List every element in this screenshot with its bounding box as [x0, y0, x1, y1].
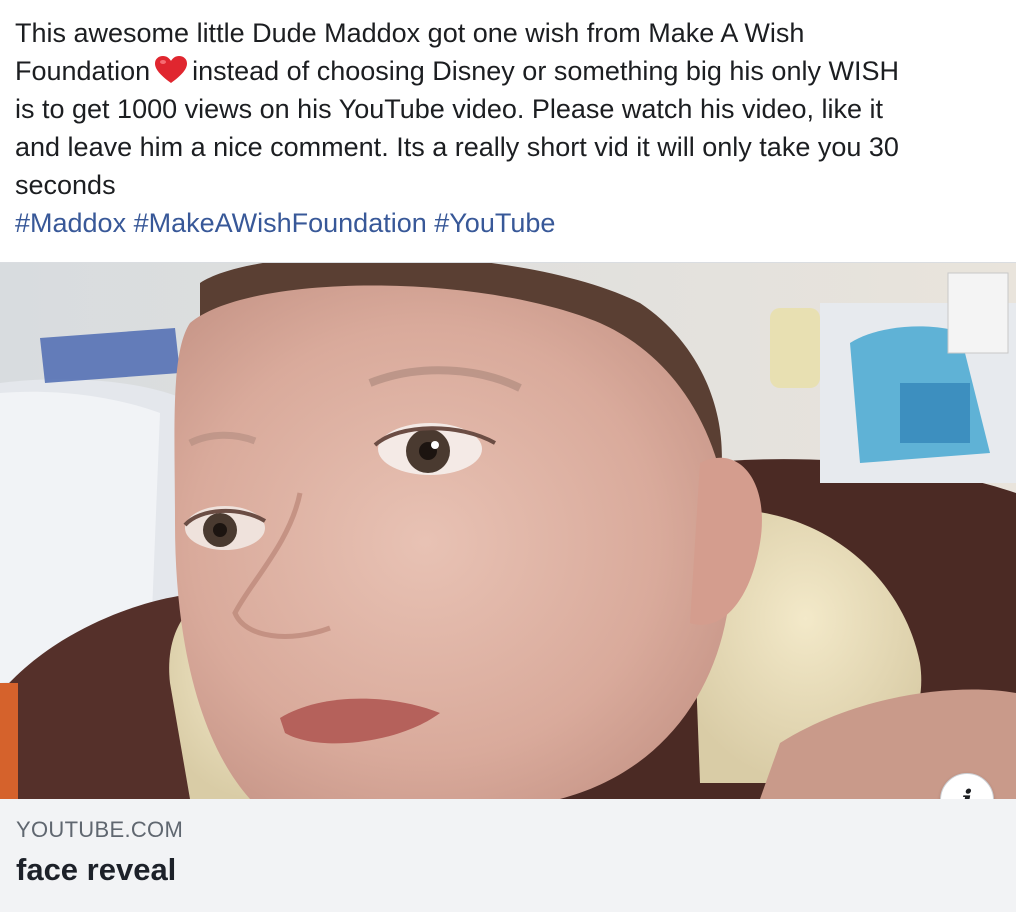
link-title[interactable]: face reveal — [16, 852, 176, 888]
post-text-line-1: This awesome little Dude Maddox got one … — [15, 18, 805, 48]
facebook-post: This awesome little Dude Maddox got one … — [0, 0, 1016, 912]
video-thumbnail[interactable] — [0, 263, 1016, 799]
red-heart-icon — [155, 55, 188, 83]
post-text-line-2-prefix: Foundation — [15, 56, 151, 86]
youtube-link-preview[interactable]: i YOUTUBE.COM face reveal — [0, 262, 1016, 912]
thumbnail-photo — [0, 263, 1016, 799]
link-caption[interactable]: YOUTUBE.COM face reveal — [0, 799, 1016, 912]
link-domain: YOUTUBE.COM — [16, 817, 184, 842]
hashtag-list: #Maddox #MakeAWishFoundation #YouTube — [15, 204, 1005, 242]
post-message: This awesome little Dude Maddox got one … — [15, 14, 1005, 242]
hashtag-youtube[interactable]: #YouTube — [434, 208, 555, 238]
hashtag-maddox[interactable]: #Maddox — [15, 208, 126, 238]
post-text-line-3: is to get 1000 views on his YouTube vide… — [15, 94, 884, 124]
post-text-line-2-rest: instead of choosing Disney or something … — [192, 56, 899, 86]
hashtag-makeawishfoundation[interactable]: #MakeAWishFoundation — [134, 208, 427, 238]
post-text-line-4: and leave him a nice comment. Its a real… — [15, 132, 899, 162]
post-text-line-2: Foundation instead of choosing Disney or … — [15, 52, 1005, 90]
post-text-line-5: seconds — [15, 170, 116, 200]
